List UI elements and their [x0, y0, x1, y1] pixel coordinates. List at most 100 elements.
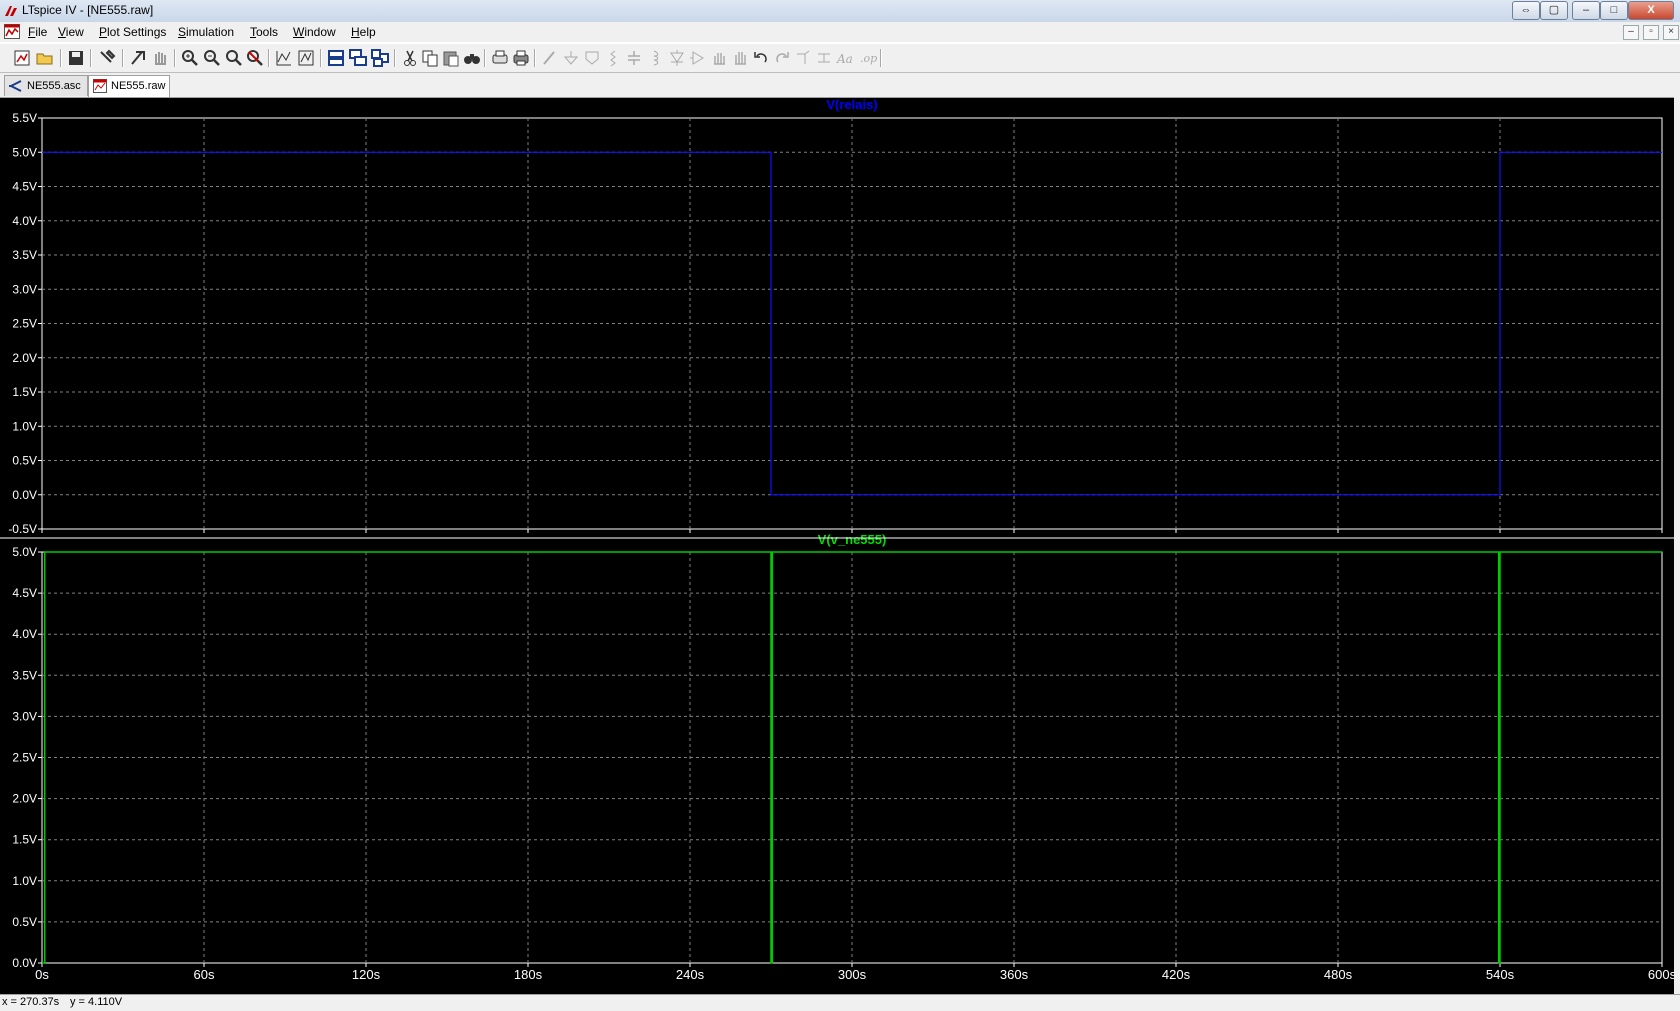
inductor-icon	[653, 50, 659, 66]
y-tick-label: 4.0V	[12, 214, 37, 228]
y-tick-label: 1.5V	[12, 385, 37, 399]
y-tick-label: 2.0V	[12, 792, 37, 806]
label-net-icon	[585, 51, 599, 65]
y-tick-label: 4.5V	[12, 180, 37, 194]
zoom-fit-icon[interactable]	[224, 48, 244, 68]
cascade-icon[interactable]	[348, 48, 368, 68]
toolbar-separator	[534, 49, 536, 67]
cursor-x-readout: x = 270.37s	[2, 996, 60, 1008]
y-tick-label: 1.5V	[12, 833, 37, 847]
x-tick-label: 600s	[1648, 967, 1674, 982]
zoom-cancel-icon[interactable]	[245, 48, 265, 68]
rotate-icon	[797, 50, 810, 64]
cut-icon[interactable]	[400, 48, 420, 68]
new-schematic-icon[interactable]	[12, 48, 32, 68]
mirror-icon	[818, 53, 830, 63]
tile-horizontal-icon[interactable]	[326, 48, 346, 68]
tile-vertical-icon[interactable]	[370, 48, 390, 68]
svg-text:Aa: Aa	[836, 52, 853, 66]
autorange-icon[interactable]	[274, 48, 294, 68]
undo-icon[interactable]	[751, 48, 771, 68]
x-tick-label: 180s	[514, 967, 543, 982]
x-tick-label: 360s	[1000, 967, 1029, 982]
waveform-plot-area[interactable]: 5.5V 5.0V 4.5V 4.0V 3.5V 3.0V 2.5V 2.0V 1.5V 1.0V…	[0, 98, 1680, 994]
menu-view[interactable]: View	[58, 25, 84, 39]
zoom-out-icon[interactable]	[202, 48, 222, 68]
waveform-plot-svg[interactable]: 5.5V 5.0V 4.5V 4.0V 3.5V 3.0V 2.5V 2.0V 1.5V 1.0V…	[0, 98, 1674, 994]
y-tick-label: 1.0V	[12, 874, 37, 888]
y-tick-label: 0.0V	[12, 488, 37, 502]
redo-icon	[776, 52, 789, 63]
x-tick-label: 120s	[352, 967, 381, 982]
x-tick-label: 420s	[1162, 967, 1191, 982]
window-size-button[interactable]: ▢	[1540, 1, 1568, 20]
control-panel-icon[interactable]	[97, 48, 117, 68]
y-tick-label: 3.5V	[12, 668, 37, 682]
mark-unref-icon[interactable]	[296, 48, 316, 68]
y-tick-label: 3.5V	[12, 248, 37, 262]
ground-icon	[563, 51, 579, 65]
y-tick-label: 5.0V	[12, 145, 37, 159]
x-tick-label: 0s	[35, 967, 49, 982]
y-tick-label: -0.5V	[8, 522, 37, 536]
toolbar-separator	[90, 49, 92, 67]
svg-text:.op: .op	[860, 52, 877, 65]
menu-tools[interactable]: Tools	[250, 25, 278, 39]
resistor-icon	[610, 50, 616, 67]
toolbar: Aa .op	[0, 43, 1680, 73]
menu-window[interactable]: Window	[293, 25, 336, 39]
menu-plot-settings[interactable]: Plot Settings	[99, 25, 166, 39]
find-icon[interactable]	[462, 48, 482, 68]
y-tick-label: 0.5V	[12, 915, 37, 929]
toolbar-separator	[394, 49, 396, 67]
toolbar-separator	[174, 49, 176, 67]
toolbar-separator	[60, 49, 62, 67]
mdi-close-button[interactable]: ×	[1663, 25, 1679, 40]
y-tick-label: 4.5V	[12, 586, 37, 600]
tab-ne555-asc[interactable]: NE555.asc	[4, 75, 88, 96]
minimize-button[interactable]: –	[1572, 1, 1600, 20]
toolbar-separator	[122, 49, 124, 67]
tab-ne555-raw[interactable]: NE555.raw	[88, 75, 170, 97]
resize-alt-button[interactable]: ⇔	[1512, 1, 1540, 20]
document-tabs: NE555.asc NE555.raw	[0, 73, 1680, 98]
x-tick-label: 480s	[1324, 967, 1353, 982]
capacitor-icon	[628, 51, 640, 65]
menu-bar: File View Plot Settings Simulation Tools…	[0, 22, 1680, 42]
zoom-in-icon[interactable]	[180, 48, 200, 68]
mdi-restore-button[interactable]: ▫	[1643, 25, 1659, 40]
tab-label: NE555.asc	[27, 80, 81, 92]
y-tick-label: 2.0V	[12, 351, 37, 365]
print-icon[interactable]	[511, 48, 531, 68]
menu-file[interactable]: File	[28, 25, 47, 39]
paste-icon[interactable]	[441, 48, 461, 68]
toolbar-separator	[268, 49, 270, 67]
run-icon[interactable]	[128, 48, 148, 68]
drag-icon	[735, 52, 746, 65]
toolbar-separator	[880, 49, 882, 67]
save-icon[interactable]	[66, 48, 86, 68]
move-icon	[714, 53, 725, 65]
copy-icon[interactable]	[420, 48, 440, 68]
ltspice-app-icon[interactable]	[4, 4, 18, 18]
menu-help[interactable]: Help	[351, 25, 376, 39]
title-bar: LTspice IV - [NE555.raw] ⇔ ▢ – □ X	[0, 0, 1680, 23]
diode-icon	[670, 50, 684, 66]
y-tick-label: 5.5V	[12, 111, 37, 125]
y-tick-label: 0.5V	[12, 454, 37, 468]
waveform-document-icon[interactable]	[4, 24, 20, 39]
close-button[interactable]: X	[1628, 1, 1674, 20]
maximize-button[interactable]: □	[1600, 1, 1628, 20]
halt-icon[interactable]	[150, 48, 170, 68]
open-icon[interactable]	[35, 48, 55, 68]
print-preview-icon[interactable]	[490, 48, 510, 68]
y-tick-label: 2.5V	[12, 751, 37, 765]
trace-title: V(v_ne555)	[818, 532, 887, 547]
x-tick-label: 240s	[676, 967, 705, 982]
window-right-edge	[1674, 73, 1680, 994]
mdi-minimize-button[interactable]: –	[1623, 25, 1639, 40]
status-bar: x = 270.37s y = 4.110V	[0, 994, 1680, 1011]
menu-simulation[interactable]: Simulation	[178, 25, 234, 39]
x-tick-label: 60s	[194, 967, 215, 982]
spice-directive-icon: .op	[860, 52, 877, 65]
